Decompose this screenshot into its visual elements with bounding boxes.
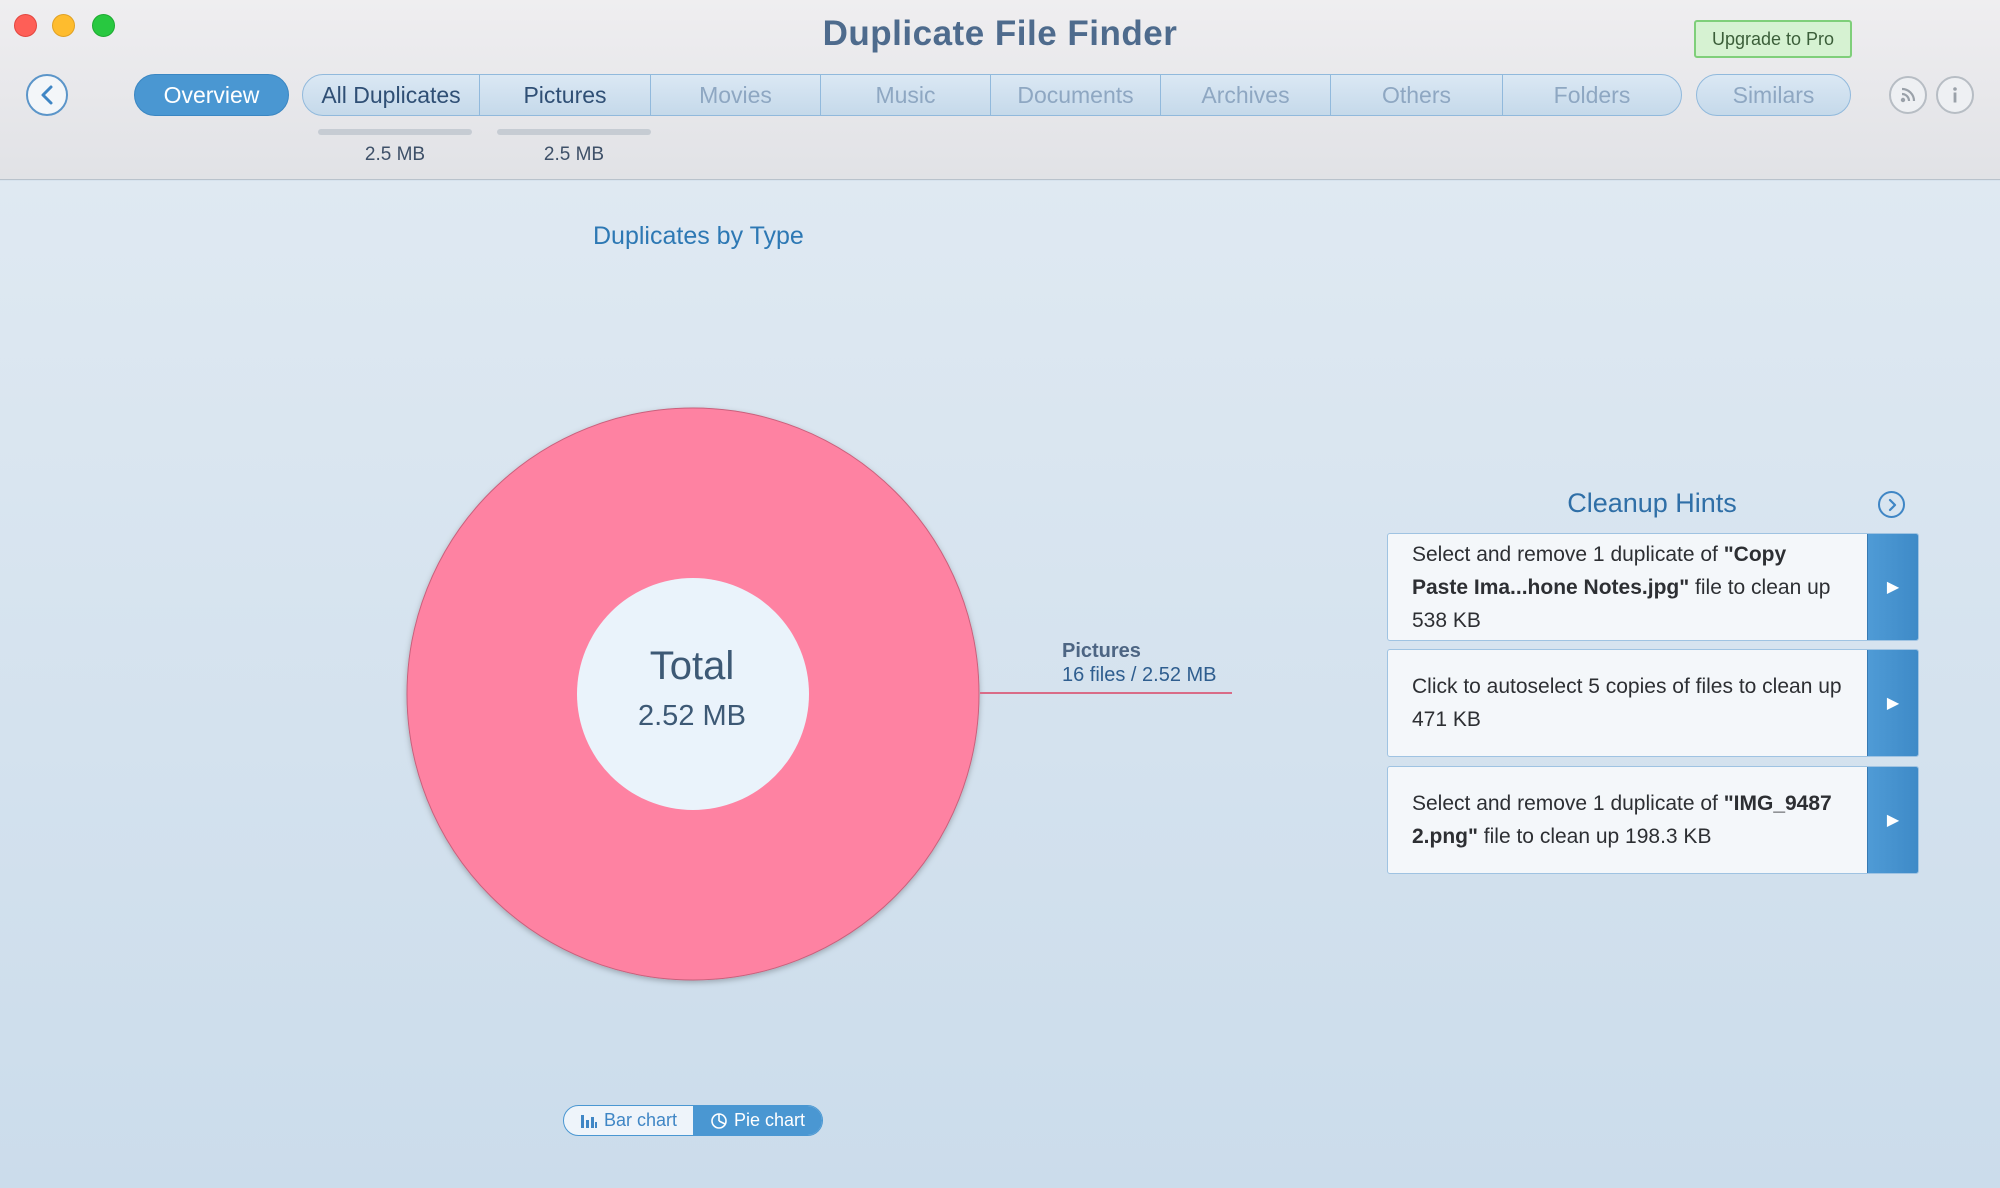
hint-text: Click to autoselect 5 copies of files to…	[1412, 650, 1848, 756]
tab-archives[interactable]: Archives	[1161, 75, 1331, 115]
chevron-left-icon	[41, 85, 53, 105]
pie-chart-toggle[interactable]: Pie chart	[693, 1106, 822, 1135]
title-bar: Duplicate File Finder Upgrade to Pro Ove…	[0, 0, 2000, 180]
tab-others[interactable]: Others	[1331, 75, 1503, 115]
slice-label-pictures: Pictures	[1062, 640, 1141, 662]
hint-text-part: file to clean up 198.3 KB	[1477, 825, 1712, 848]
hint-text: Select and remove 1 duplicate of "Copy P…	[1412, 534, 1848, 640]
chevron-right-icon	[1888, 498, 1896, 511]
hints-next-button[interactable]	[1878, 491, 1905, 518]
all-duplicates-size: 2.5 MB	[364, 144, 426, 165]
hint-text-part: Click to autoselect 5 copies of files to…	[1412, 675, 1842, 731]
pictures-size-meter	[497, 129, 651, 135]
hint-text: Select and remove 1 duplicate of "IMG_94…	[1412, 767, 1848, 873]
info-button[interactable]	[1936, 76, 1974, 114]
hint-apply-button[interactable]: ▶	[1867, 767, 1918, 873]
chart-title: Duplicates by Type	[593, 222, 804, 250]
pie-chart-label: Pie chart	[733, 1110, 806, 1130]
tab-folders[interactable]: Folders	[1503, 75, 1681, 115]
hint-text-part: Select and remove 1 duplicate of	[1412, 542, 1724, 566]
cleanup-hints-title: Cleanup Hints	[1567, 488, 1737, 518]
pictures-size: 2.5 MB	[543, 144, 605, 165]
tab-group: All Duplicates Pictures Movies Music Doc…	[302, 74, 1682, 116]
tab-overview[interactable]: Overview	[134, 74, 289, 116]
triangle-right-icon: ▶	[1886, 695, 1900, 712]
hint-text-part: Select and remove 1 duplicate of	[1412, 792, 1724, 815]
hint-apply-button[interactable]: ▶	[1867, 534, 1918, 640]
hint-apply-button[interactable]: ▶	[1867, 650, 1918, 756]
tab-documents[interactable]: Documents	[991, 75, 1161, 115]
rss-icon	[1900, 87, 1916, 103]
triangle-right-icon: ▶	[1886, 579, 1900, 596]
tab-all-duplicates[interactable]: All Duplicates	[303, 75, 480, 115]
tab-similars[interactable]: Similars	[1696, 74, 1851, 116]
pie-chart-icon	[711, 1112, 727, 1129]
total-value: 2.52 MB	[638, 700, 746, 732]
chart-type-toggle: Bar chart Pie chart	[563, 1105, 823, 1136]
info-icon	[1953, 87, 1957, 103]
slice-detail-pictures: 16 files / 2.52 MB	[1062, 664, 1217, 686]
tab-movies[interactable]: Movies	[651, 75, 821, 115]
bar-chart-toggle[interactable]: Bar chart	[564, 1106, 693, 1135]
hint-card[interactable]: Select and remove 1 duplicate of "Copy P…	[1387, 533, 1919, 641]
rss-button[interactable]	[1889, 76, 1927, 114]
tab-music[interactable]: Music	[821, 75, 991, 115]
total-label: Total	[649, 644, 735, 688]
hint-card[interactable]: Click to autoselect 5 copies of files to…	[1387, 649, 1919, 757]
bar-chart-label: Bar chart	[603, 1110, 678, 1130]
hint-card[interactable]: Select and remove 1 duplicate of "IMG_94…	[1387, 766, 1919, 874]
all-duplicates-size-meter	[318, 129, 472, 135]
bar-chart-icon	[580, 1114, 597, 1128]
tab-pictures[interactable]: Pictures	[480, 75, 651, 115]
upgrade-to-pro-button[interactable]: Upgrade to Pro	[1694, 20, 1852, 58]
triangle-right-icon: ▶	[1886, 812, 1900, 829]
back-button[interactable]	[26, 74, 68, 116]
